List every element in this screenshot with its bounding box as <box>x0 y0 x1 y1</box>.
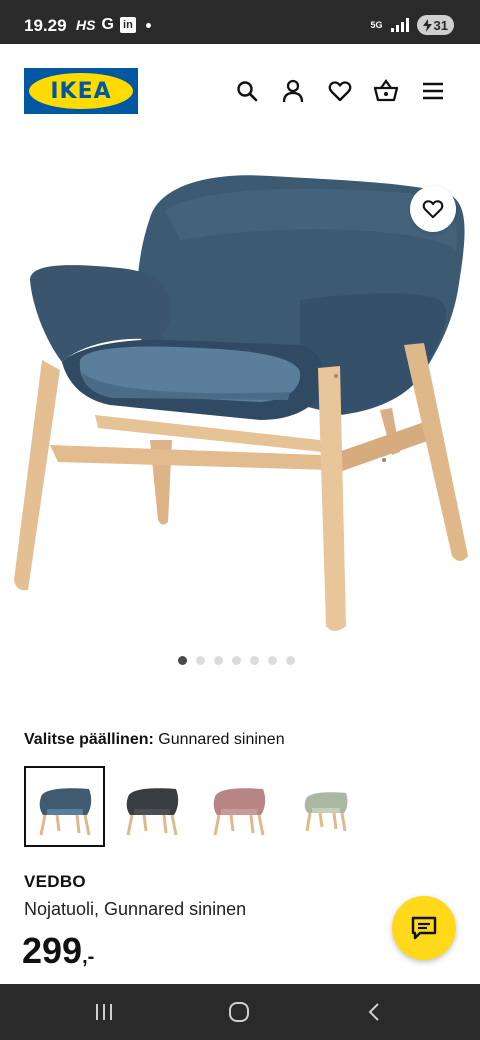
back-icon[interactable] <box>360 1000 388 1024</box>
notification-icons: HS G in <box>76 16 151 34</box>
charging-icon <box>422 18 432 32</box>
ikea-logo[interactable]: IKEA <box>24 68 138 114</box>
product-name: VEDBO <box>24 872 86 891</box>
battery-indicator: 31 <box>416 15 454 35</box>
google-app-icon: G <box>101 16 114 33</box>
cover-value: Gunnared sininen <box>158 731 285 748</box>
chat-button[interactable] <box>392 896 456 960</box>
chat-icon <box>411 916 437 940</box>
swatch-light-green[interactable] <box>285 766 366 847</box>
pagination-dot[interactable] <box>250 656 259 665</box>
cover-selection-label: Valitse päällinen: Gunnared sininen <box>24 731 285 749</box>
battery-level: 31 <box>433 17 448 33</box>
price-value: 299 <box>22 930 83 971</box>
status-time: 19.29 <box>24 16 67 35</box>
favourites-icon[interactable] <box>327 78 353 104</box>
menu-icon[interactable] <box>420 78 446 104</box>
product-price: 299,- <box>22 930 94 972</box>
add-to-favourites-button[interactable] <box>410 186 456 232</box>
armchair-image <box>14 175 468 631</box>
search-icon[interactable] <box>234 78 260 104</box>
cover-label: Valitse päällinen: <box>24 731 154 748</box>
system-navigation-bar <box>0 984 480 1040</box>
pagination-dot[interactable] <box>214 656 223 665</box>
cover-swatches <box>24 766 366 847</box>
logo-text: IKEA <box>50 78 112 104</box>
cart-icon[interactable] <box>373 78 399 104</box>
pagination-dot[interactable] <box>196 656 205 665</box>
pagination-dot[interactable] <box>268 656 277 665</box>
pagination-dot[interactable] <box>178 656 187 665</box>
pagination-dot[interactable] <box>232 656 241 665</box>
status-bar: 19.29 HS G in 5G 31 <box>0 0 480 44</box>
pagination-dot[interactable] <box>286 656 295 665</box>
site-header: IKEA <box>0 44 480 140</box>
swatch-pink[interactable] <box>198 766 279 847</box>
recent-apps-icon[interactable] <box>90 1000 118 1024</box>
linkedin-app-icon: in <box>119 17 136 33</box>
hs-app-icon: HS <box>76 17 96 33</box>
image-pagination <box>178 656 295 665</box>
profile-icon[interactable] <box>280 78 306 104</box>
swatch-dark-grey[interactable] <box>111 766 192 847</box>
product-description: Nojatuoli, Gunnared sininen <box>24 899 247 919</box>
price-suffix: ,- <box>82 946 95 968</box>
swatch-gunnared-blue[interactable] <box>24 766 105 847</box>
signal-icon <box>390 18 409 32</box>
product-image[interactable] <box>0 140 480 650</box>
more-notifications-icon <box>145 22 151 28</box>
heart-icon <box>422 200 444 219</box>
home-icon[interactable] <box>225 1000 253 1024</box>
network-type: 5G <box>370 19 383 30</box>
